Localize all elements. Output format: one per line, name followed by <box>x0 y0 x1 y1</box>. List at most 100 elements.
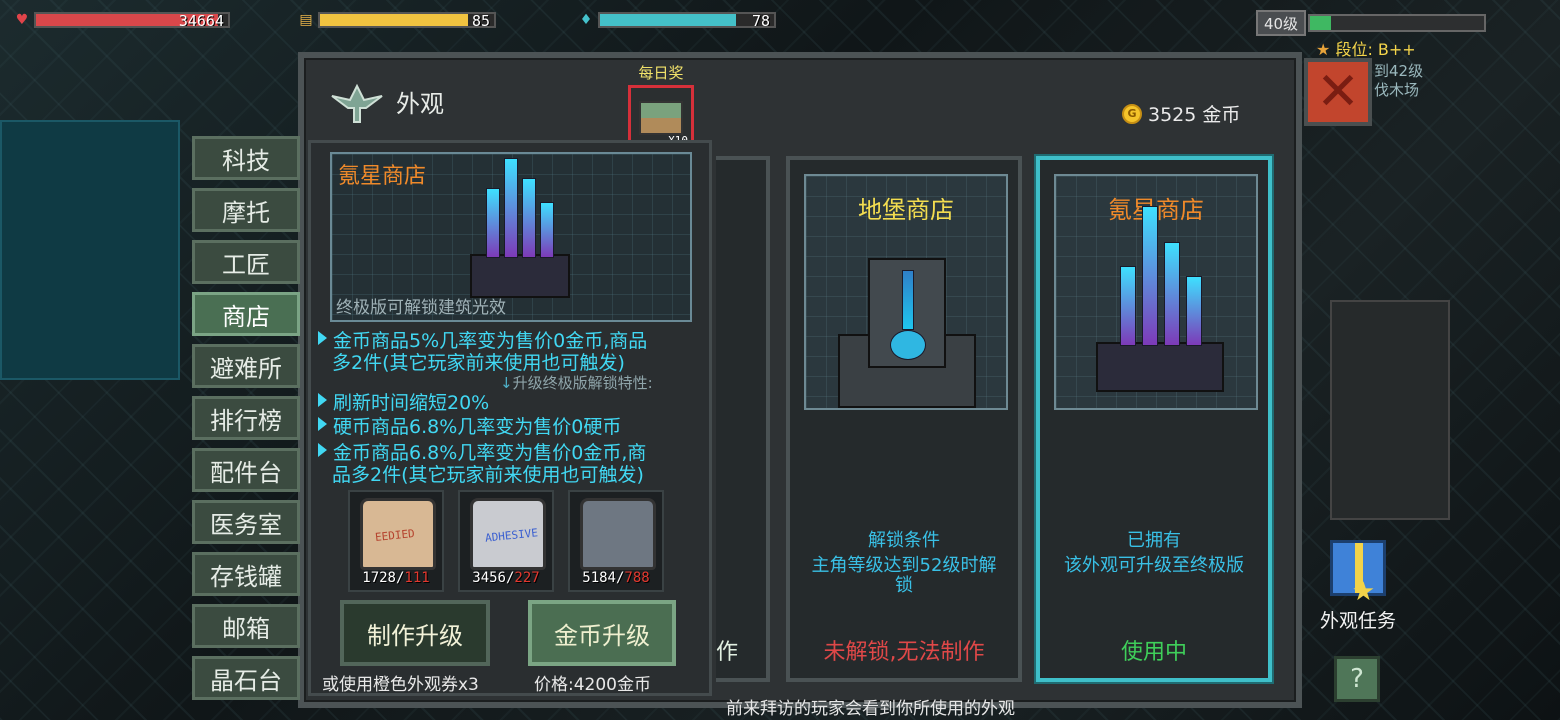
shop-skin-card-partial[interactable]: 作 <box>716 156 770 682</box>
supply-crate-icon <box>639 101 683 135</box>
material-count: 1728/111 <box>350 570 442 586</box>
coin-icon: G <box>1122 103 1142 124</box>
coin-upgrade-button[interactable]: 金币升级 <box>528 600 676 666</box>
material-slot[interactable]: ADHESIVE 3456/227 <box>458 490 554 592</box>
material-slot[interactable]: 5184/788 <box>568 490 664 592</box>
tab-0[interactable]: 科技 <box>192 136 300 180</box>
tab-9[interactable]: 邮箱 <box>192 604 300 648</box>
material-label: ADHESIVE <box>484 526 539 545</box>
skin-task-label: 外观任务 <box>1319 610 1396 632</box>
material-have: 3456 <box>472 570 506 586</box>
feature-2: 刷新时间缩短20% <box>318 392 489 414</box>
star-icon: ★ <box>1316 40 1331 59</box>
skin-preview: 氪星商店 终极版可解锁建筑光效 <box>330 152 692 322</box>
ultimate-note: 终极版可解锁建筑光效 <box>336 298 506 318</box>
bullet-arrow-icon <box>318 331 327 345</box>
food-icon: ▤ <box>299 12 313 28</box>
coin-balance: G 3525 金币 <box>1122 100 1240 127</box>
material-need: 227 <box>514 570 540 586</box>
bullet-arrow-icon <box>318 393 327 407</box>
feature-1: 金币商品5%几率变为售价0金币,商品 多2件(其它玩家前来使用也可触发) <box>318 330 647 374</box>
shop-skin-card-bunker[interactable]: 地堡商店 解锁条件 主角等级达到52级时解锁 未解锁,无法制作 <box>786 156 1022 682</box>
card-preview: 氪星商店 <box>1054 174 1258 410</box>
tab-6[interactable]: 配件台 <box>192 448 300 492</box>
unlock-condition-title: 解锁条件 <box>868 530 940 551</box>
water-bar: ♦ 78 <box>578 10 776 30</box>
health-value: 34664 <box>178 12 224 28</box>
panel-title: 外观 <box>396 89 444 118</box>
shop-skin-card-krypton[interactable]: 氪星商店 已拥有 该外观可升级至终极版 使用中 <box>1036 156 1272 682</box>
close-icon: ✕ <box>1316 62 1360 122</box>
tab-1[interactable]: 摩托 <box>192 188 300 232</box>
feature-4: 金币商品6.8%几率变为售价0金币,商 品多2件(其它玩家前来使用也可触发) <box>318 442 646 486</box>
rank-label: ★ 段位: B++ <box>1316 40 1416 59</box>
player-level[interactable]: 40级 <box>1256 10 1306 36</box>
bullet-arrow-icon <box>318 443 327 457</box>
upgrade-materials: EEDIED 1728/111 ADHESIVE 3456/227 5184/788 <box>348 490 678 592</box>
water-fill <box>600 14 736 26</box>
skin-task-button[interactable]: ★ 外观任务 <box>1316 540 1400 633</box>
level-progress-fill <box>1310 16 1331 30</box>
tab-7[interactable]: 医务室 <box>192 500 300 544</box>
background-building <box>1330 300 1450 520</box>
material-need: 788 <box>624 570 650 586</box>
footer-note: 前来拜访的玩家会看到你所使用的外观 <box>726 699 1015 719</box>
material-label: EEDIED <box>374 526 416 545</box>
tab-3[interactable]: 商店 <box>192 292 300 336</box>
tab-4[interactable]: 避难所 <box>192 344 300 388</box>
craft-upgrade-button[interactable]: 制作升级 <box>340 600 490 666</box>
heart-icon: ♥ <box>15 12 29 28</box>
feature-3: 硬币商品6.8%几率变为售价0硬币 <box>318 416 621 438</box>
card-status: 未解锁,无法制作 <box>823 640 985 665</box>
food-bar: ▤ 85 <box>298 10 496 30</box>
help-button[interactable]: ? <box>1334 656 1380 702</box>
owned-label: 已拥有 <box>1127 530 1181 551</box>
unlock-condition: 主角等级达到52级时解锁 <box>811 555 997 596</box>
skin-emblem-icon <box>331 83 383 123</box>
material-need: 111 <box>404 570 430 586</box>
card-status: 作 <box>716 640 739 665</box>
card-name: 地堡商店 <box>858 196 954 224</box>
question-icon: ? <box>1350 664 1364 694</box>
level-progress-bar <box>1308 14 1486 32</box>
material-count: 3456/227 <box>460 570 552 586</box>
background-building <box>0 120 180 380</box>
water-value: 78 <box>751 12 770 28</box>
tab-10[interactable]: 晶石台 <box>192 656 300 700</box>
material-count: 5184/788 <box>570 570 662 586</box>
material-bag-icon <box>580 498 656 570</box>
material-bag-icon: EEDIED <box>360 498 436 570</box>
daily-reward[interactable]: 每日奖 X10 <box>626 62 696 151</box>
upgrade-hint: ↓升级终极版解锁特性: <box>500 374 653 392</box>
category-tabs: 科技摩托工匠商店避难所排行榜配件台医务室存钱罐邮箱晶石台 <box>192 136 300 708</box>
close-button[interactable]: ✕ <box>1304 58 1372 126</box>
food-value: 85 <box>471 12 490 28</box>
food-fill <box>320 14 468 26</box>
water-drop-icon: ♦ <box>579 12 593 28</box>
gift-box-icon: ★ <box>1330 540 1386 607</box>
health-bar: ♥ 34664 <box>14 10 230 30</box>
tab-8[interactable]: 存钱罐 <box>192 552 300 596</box>
bunker-shop-building <box>832 234 982 410</box>
krypton-shop-building <box>460 158 580 308</box>
quest-hint[interactable]: 到42级 伐木场 <box>1374 62 1423 100</box>
material-have: 5184 <box>582 570 616 586</box>
material-slot[interactable]: EEDIED 1728/111 <box>348 490 444 592</box>
coin-amount: 3525 金币 <box>1148 104 1241 126</box>
daily-reward-label: 每日奖 <box>638 64 684 82</box>
upgrade-availability: 该外观可升级至终极版 <box>1064 555 1244 576</box>
bullet-arrow-icon <box>318 417 327 431</box>
material-have: 1728 <box>362 570 396 586</box>
star-icon: ★ <box>1351 577 1375 607</box>
material-bag-icon: ADHESIVE <box>470 498 546 570</box>
coin-price: 价格:4200金币 <box>534 675 651 695</box>
card-status: 使用中 <box>1120 640 1187 665</box>
down-arrow-icon: ↓ <box>500 374 513 392</box>
tab-5[interactable]: 排行榜 <box>192 396 300 440</box>
panel-header: 外观 <box>328 78 444 124</box>
tab-2[interactable]: 工匠 <box>192 240 300 284</box>
krypton-shop-building <box>1090 206 1230 406</box>
skin-name: 氪星商店 <box>338 164 427 189</box>
craft-note: 或使用橙色外观券x3 <box>322 675 479 695</box>
card-preview: 地堡商店 <box>804 174 1008 410</box>
